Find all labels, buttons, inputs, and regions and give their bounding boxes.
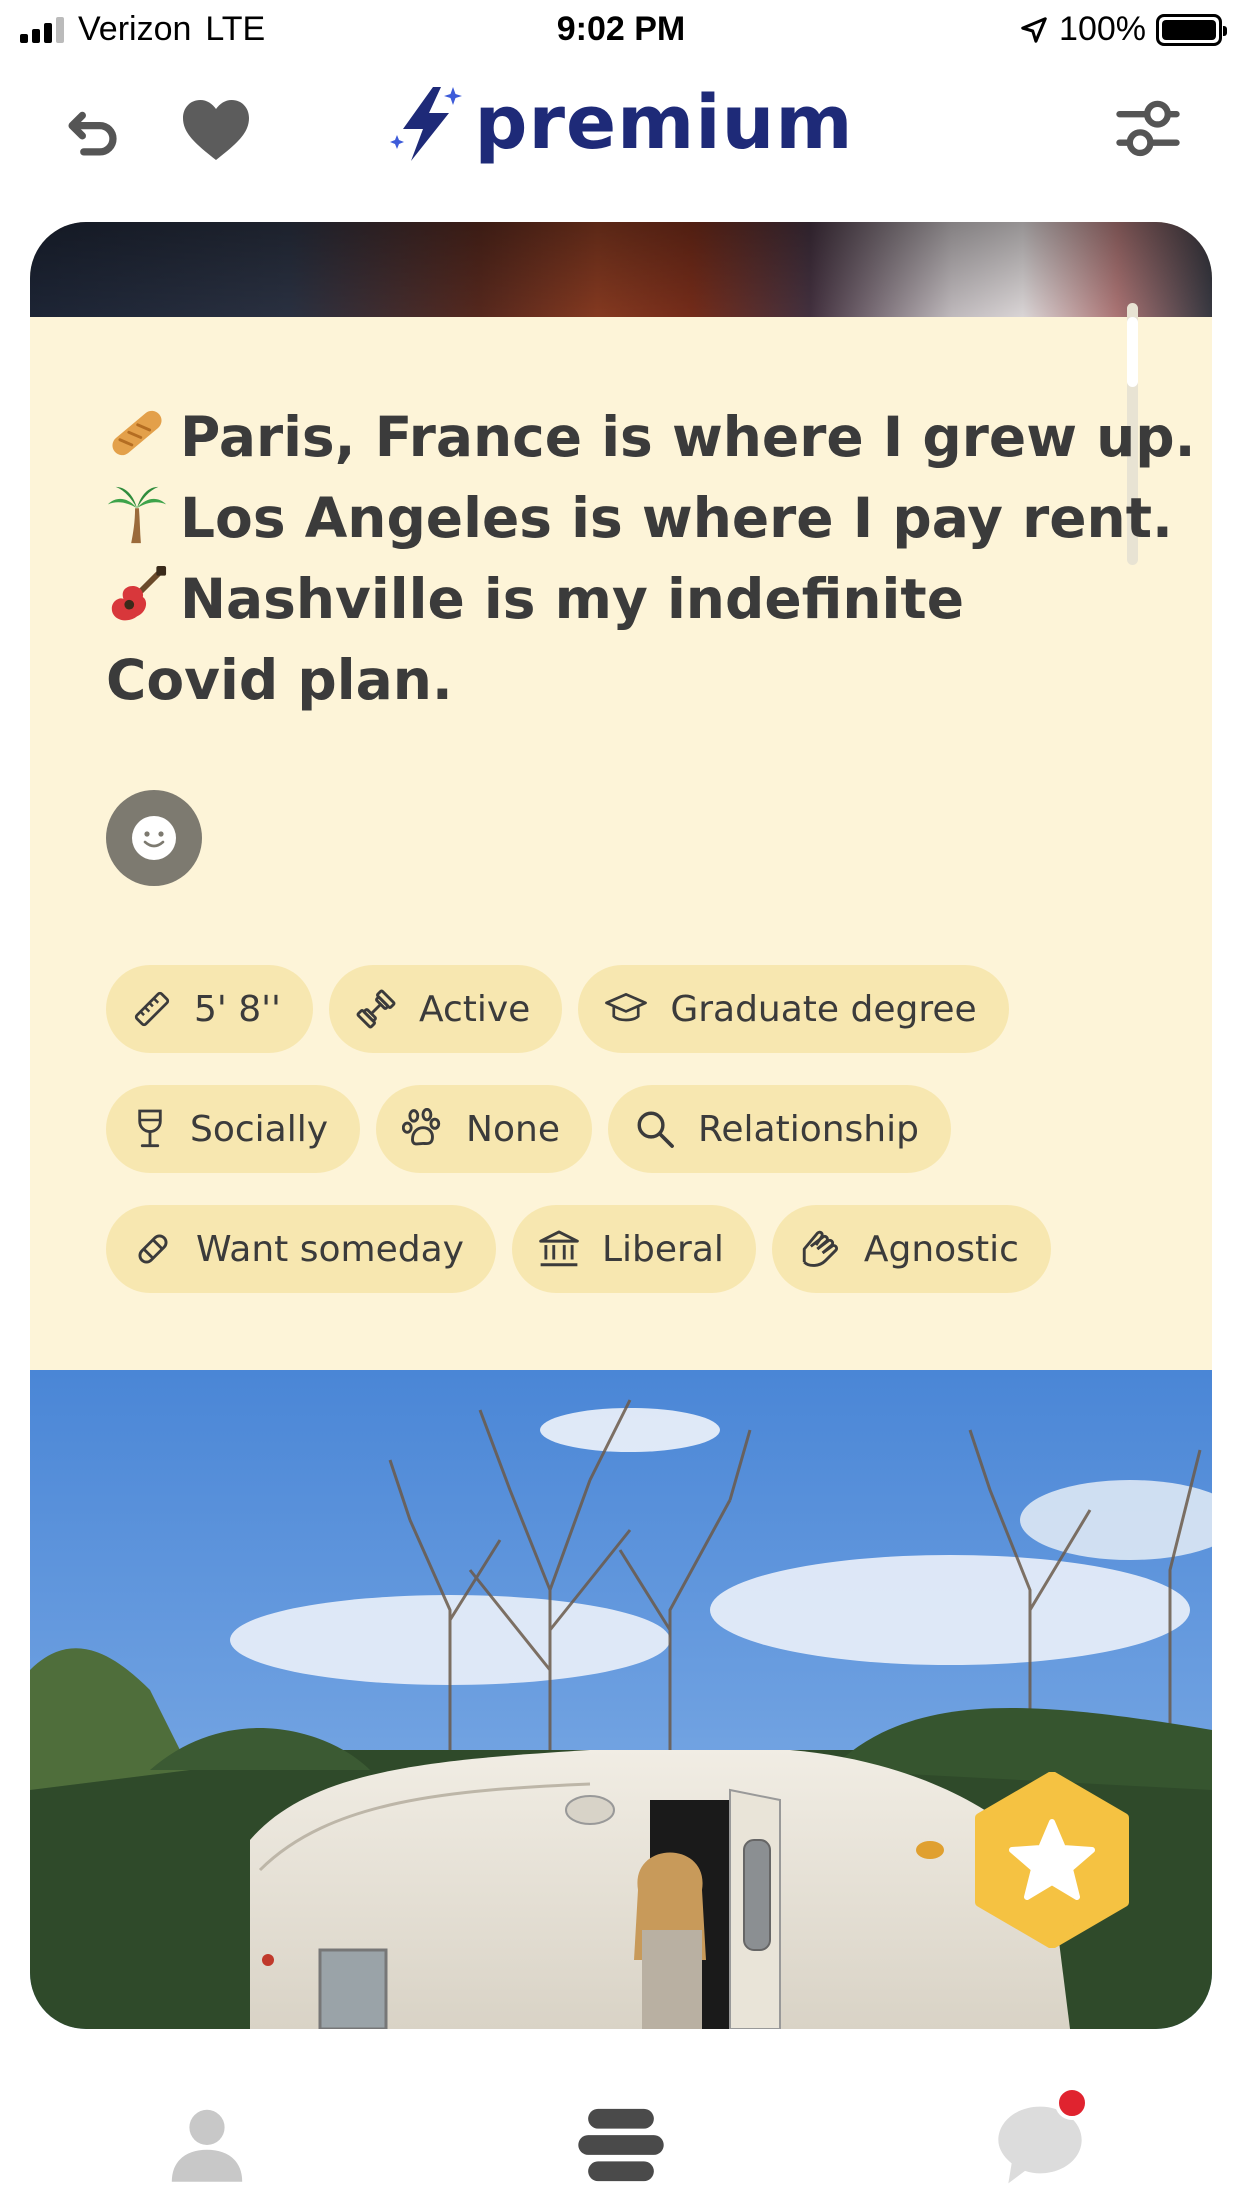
tag-looking-for-label: Relationship [697,1108,919,1150]
tag-politics: Liberal [511,1205,756,1293]
tag-education-label: Graduate degree [670,988,977,1030]
search-icon [637,1111,674,1148]
bio-line: Nashville is my indefinite [106,559,1166,640]
tab-chat[interactable] [985,2086,1095,2200]
location-arrow-icon [1021,16,1047,43]
filters-icon [1116,100,1180,157]
bio-line-text: Nashville is my indefinite [180,567,964,631]
bio-text: Paris, France is where I grew up. Los An… [106,397,1196,721]
dumbbell-icon [356,989,396,1029]
tag-politics-label: Liberal [601,1228,724,1270]
filters-button[interactable] [1106,88,1190,172]
tag-education: Graduate degree [578,965,1009,1053]
brand-wordmark: premium [474,80,854,166]
tag-exercise: Active [328,965,563,1053]
tag-looking-for: Relationship [607,1085,951,1173]
battery-icon [1156,13,1227,46]
palm-tree-icon [107,486,167,544]
bottom-tab-bar [0,2050,1242,2208]
baguette-icon [112,410,162,456]
smiley-icon [132,816,176,860]
profile-photo [30,1370,1212,2029]
status-bar: Verizon LTE 9:02 PM 100% [0,0,1242,64]
tag-exercise-label: Active [418,988,531,1030]
bio-line-text: Los Angeles is where I pay rent. [180,486,1173,550]
wine-glass-icon [138,1109,162,1148]
guitar-icon [111,565,167,621]
chat-notification-badge [1055,2086,1089,2120]
tag-religion: Agnostic [771,1205,1051,1293]
top-nav: premium [0,70,1242,190]
super-like-button[interactable] [964,1771,1140,1949]
tag-kids: Want someday [106,1205,496,1293]
profile-photo-top [30,222,1212,317]
tag-pets-label: None [466,1108,560,1150]
profile-tags: 5' 8'' Active Graduate degree Socially N… [106,965,1166,1325]
sparkle-bolt-icon [389,87,462,161]
graduation-cap-icon [605,992,648,1022]
tab-discover[interactable] [566,2090,676,2200]
tag-drinking-label: Socially [190,1108,329,1150]
react-button[interactable] [106,790,202,886]
tag-drinking: Socially [106,1085,361,1173]
profile-card[interactable]: Paris, France is where I grew up. Los An… [30,222,1212,2029]
bio-line: Covid plan. [106,648,453,712]
tag-height: 5' 8'' [106,965,313,1053]
tag-height-label: 5' 8'' [194,988,281,1030]
scrollbar-thumb[interactable] [1127,317,1138,387]
star-icon [975,1771,1129,1949]
tab-profile[interactable] [152,2090,262,2200]
government-building-icon [539,1230,579,1267]
battery-percent: 100% [1059,10,1146,48]
paw-icon [402,1108,441,1146]
profile-icon [171,2109,243,2182]
brand-logo: premium [0,80,1242,166]
discover-icon [578,2108,664,2182]
tag-kids-label: Want someday [196,1228,464,1270]
bio-line: Paris, France is where I grew up. [106,397,1196,478]
tag-pets: None [376,1085,592,1173]
ruler-icon [134,991,170,1027]
status-right: 100% [1019,10,1227,49]
bio-section: Paris, France is where I grew up. Los An… [30,303,1212,1370]
pacifier-icon [138,1234,168,1264]
bio-line: Los Angeles is where I pay rent. [106,478,1173,559]
bio-line-text: Paris, France is where I grew up. [180,405,1196,469]
praying-hands-icon [802,1230,838,1267]
tag-religion-label: Agnostic [863,1228,1019,1270]
